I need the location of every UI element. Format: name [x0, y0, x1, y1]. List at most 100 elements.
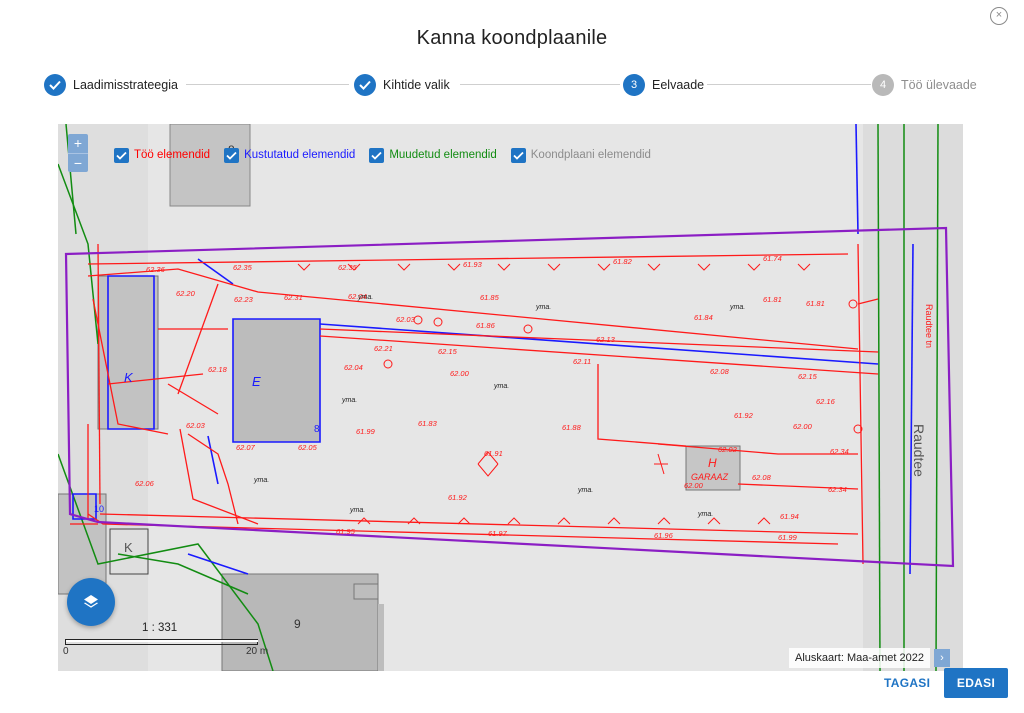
elevation-label: 61.74: [763, 254, 782, 263]
elevation-label: 62.35: [233, 263, 253, 272]
zoom-out-button[interactable]: −: [68, 153, 88, 172]
scale-min-label: 0: [63, 646, 69, 657]
elevation-label: 62.31: [284, 293, 303, 302]
zoom-in-button[interactable]: +: [68, 134, 88, 153]
close-icon[interactable]: ×: [990, 7, 1008, 25]
elevation-label: 62.15: [798, 372, 818, 381]
step-label: Laadimisstrateegia: [73, 78, 178, 92]
step-number: 3: [623, 74, 645, 96]
attribution-toggle-button[interactable]: ›: [934, 649, 950, 667]
step-connector: [707, 84, 871, 85]
annotation-label: yma.: [729, 304, 745, 311]
legend-label-deleted: Kustutatud elemendid: [244, 149, 356, 161]
elevation-label: 62.00: [450, 369, 470, 378]
base-building: [232, 318, 321, 443]
step-too-ulevaade[interactable]: 4 Töö ülevaade: [872, 73, 977, 97]
elevation-label: 61.81: [763, 295, 782, 304]
elevation-label: 62.04: [344, 363, 363, 372]
annotation-label: yma.: [535, 304, 551, 311]
checkbox-icon[interactable]: [224, 147, 240, 163]
elevation-label: 62.00: [793, 422, 813, 431]
annotation-label: yma.: [493, 383, 509, 390]
elevation-label: 61.85: [480, 293, 500, 302]
check-icon: [354, 74, 376, 96]
legend-label-base: Koondplaani elemendid: [530, 149, 651, 161]
elevation-label: 62.03: [396, 315, 416, 324]
elevation-label: 62.21: [374, 344, 393, 353]
building-label-9: 9: [294, 617, 301, 631]
elevation-label: 62.07: [236, 443, 256, 452]
legend-label-changed: Muudetud elemendid: [389, 149, 497, 161]
elevation-label: 61.96: [654, 531, 674, 540]
next-button[interactable]: EDASI: [944, 668, 1008, 698]
elevation-label: 62.16: [816, 397, 836, 406]
legend-toggle-changed[interactable]: Muudetud elemendid: [369, 147, 497, 163]
building-label-8: 8: [314, 424, 320, 435]
legend-toggle-base[interactable]: Koondplaani elemendid: [510, 147, 651, 163]
legend-toggle-work[interactable]: Töö elemendid: [114, 147, 211, 163]
elevation-label: 62.11: [573, 357, 591, 366]
step-label: Kihtide valik: [383, 78, 450, 92]
load-to-master-plan-dialog: × Kanna koondplaanile Laadimisstrateegia…: [0, 0, 1024, 713]
map-preview[interactable]: K E 8 K 9 8 10 H GARAAZ Raudtee Raudtee …: [58, 124, 963, 671]
zoom-control: + −: [68, 134, 88, 172]
checkbox-icon[interactable]: [510, 147, 526, 163]
back-button[interactable]: TAGASI: [884, 676, 930, 690]
elevation-label: 62.34: [828, 485, 847, 494]
legend-toggle-deleted[interactable]: Kustutatud elemendid: [224, 147, 356, 163]
elevation-label: 61.94: [780, 512, 799, 521]
elevation-label: 61.84: [694, 313, 713, 322]
step-eelvaade[interactable]: 3 Eelvaade: [623, 73, 704, 97]
annotation-label: yma.: [697, 511, 713, 518]
street-label: Raudtee: [911, 424, 927, 477]
stepper: Laadimisstrateegia Kihtide valik 3 Eelva…: [44, 73, 984, 97]
step-laadimisstrateegia[interactable]: Laadimisstrateegia: [44, 73, 178, 97]
elevation-label: 61.92: [734, 411, 754, 420]
elevation-label: 61.83: [418, 419, 438, 428]
garage-h-label: H: [708, 456, 717, 470]
elevation-label: 61.91: [484, 449, 503, 458]
elevation-label: 61.82: [613, 257, 633, 266]
elevation-label: 62.05: [298, 443, 318, 452]
checkbox-icon[interactable]: [114, 147, 129, 163]
elevation-label: 61.88: [562, 423, 582, 432]
elevation-label: 62.08: [710, 367, 730, 376]
elevation-label: 61.86: [476, 321, 496, 330]
elevation-label: 61.99: [356, 427, 376, 436]
annotation-label: yma.: [253, 477, 269, 484]
base-building: [169, 124, 251, 207]
annotation-label: yma.: [341, 397, 357, 404]
elevation-label: 62.00: [684, 481, 704, 490]
annotation-label: yma.: [357, 294, 373, 301]
layers-button[interactable]: [67, 578, 115, 626]
layers-icon: [84, 595, 98, 608]
elevation-label: 61.93: [463, 260, 483, 269]
step-kihtide-valik[interactable]: Kihtide valik: [354, 73, 450, 97]
elevation-label: 61.92: [448, 493, 468, 502]
elevation-label: 62.02: [718, 445, 738, 454]
base-building: [353, 583, 379, 600]
check-icon: [44, 74, 66, 96]
elevation-label: 62.23: [234, 295, 254, 304]
building-label-e: E: [252, 374, 261, 389]
elevation-label: 62.20: [176, 289, 196, 298]
elevation-label: 62.08: [752, 473, 772, 482]
building-label-10: 10: [94, 504, 104, 514]
scale-bar: [65, 639, 258, 645]
elevation-label: 62.13: [596, 335, 616, 344]
elevation-label: 61.99: [778, 533, 798, 542]
step-number: 4: [872, 74, 894, 96]
layer-legend: Töö elemendid Kustutatud elemendid Muude…: [114, 145, 651, 165]
elevation-label: 61.97: [488, 529, 508, 538]
dialog-title: Kanna koondplaanile: [416, 27, 608, 49]
legend-label-work: Töö elemendid: [134, 149, 211, 161]
elevation-label: 62.18: [208, 365, 228, 374]
step-label: Eelvaade: [652, 78, 705, 92]
scale-max-label: 20 m: [246, 646, 269, 657]
checkbox-icon[interactable]: [369, 147, 385, 163]
elevation-label: 62.06: [135, 479, 155, 488]
street-label-small: Raudtee tn: [924, 304, 934, 348]
elevation-label: 62.35: [338, 263, 358, 272]
map-canvas: K E 8 K 9 8 10 H GARAAZ Raudtee Raudtee …: [58, 124, 963, 671]
map-attribution: Aluskaart: Maa-amet 2022: [789, 648, 931, 668]
